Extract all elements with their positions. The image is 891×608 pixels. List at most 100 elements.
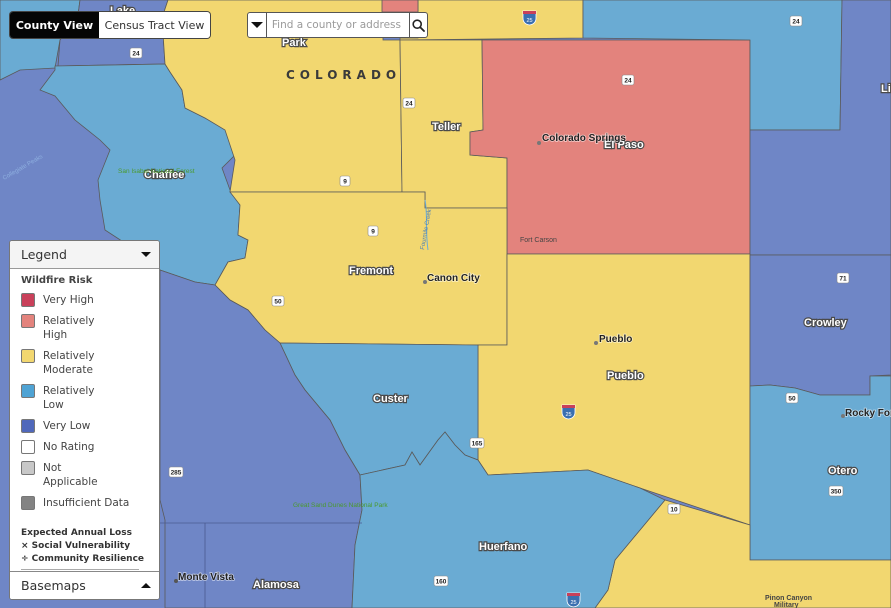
county-top-red[interactable] [381,0,419,13]
city-label-colorado-springs: Colorado Springs [542,133,626,144]
shield-sh9-park: 9 [339,175,351,187]
city-label-monte-vista: Monte Vista [178,572,234,583]
caret-up-icon [141,583,151,588]
legend-swatch [21,496,35,510]
shield-i25-north: 25 [522,10,537,26]
census-tract-view-button[interactable]: Census Tract View [99,12,210,38]
county-label-park: Park [282,37,307,49]
county-label-alamosa: Alamosa [253,579,300,591]
county-otero[interactable] [749,375,891,561]
legend-swatch [21,419,35,433]
city-label-canon-city: Canon City [427,273,480,284]
shield-us24-elbert: 24 [789,15,803,27]
feature-pinon-canyon: Pinon Canyon [765,595,812,602]
legend-subtitle: Wildfire Risk [21,275,93,286]
legend-item: Not Applicable [21,461,149,489]
svg-text:24: 24 [792,19,800,26]
county-label-teller: Teller [432,121,461,133]
view-toggle: County View Census Tract View [10,12,210,38]
state-label: COLORADO [286,68,401,82]
shield-us50-fremont: 50 [271,295,285,307]
magnifier-icon [412,18,425,32]
legend-item-label: Not Applicable [43,462,98,488]
legend-swatch [21,461,35,475]
caret-down-icon [141,252,151,257]
legend-item-label: Insufficient Data [43,497,130,509]
svg-text:71: 71 [839,276,847,283]
legend-item-label: Relatively Moderate [43,350,95,376]
county-view-button[interactable]: County View [10,12,99,38]
county-label-lincoln: Li [881,83,891,95]
legend-swatch [21,440,35,454]
search-input[interactable] [266,13,409,37]
legend-item: Insufficient Data [21,496,149,510]
county-label-pueblo: Pueblo [607,370,644,382]
city-label-pueblo: Pueblo [599,334,632,345]
svg-text:9: 9 [343,179,347,186]
city-label-fort-carson: Fort Carson [520,237,557,244]
legend-item: Very High [21,293,149,307]
svg-text:24: 24 [624,78,632,85]
feature-great-sand-dunes: Great Sand Dunes National Park [293,502,388,509]
search-options-dropdown[interactable] [248,13,267,37]
legend-swatch [21,384,35,398]
svg-text:285: 285 [171,470,182,477]
formula-social-vulnerability: × Social Vulnerability [21,541,131,551]
city-dot-pueblo [594,341,598,345]
formula-community-resilience: ÷ Community Resilience [21,554,145,564]
shield-us50-otero: 50 [785,392,799,404]
basemaps-label: Basemaps [21,578,86,593]
legend-header[interactable]: Legend [10,241,159,269]
formula-divider [21,569,139,570]
county-label-custer: Custer [373,393,409,405]
caret-down-icon [250,22,263,28]
svg-text:24: 24 [405,101,413,108]
shield-sh10: 10 [667,503,681,515]
basemaps-toggle[interactable]: Basemaps [10,571,159,599]
shield-us160: 160 [433,575,449,587]
legend-body: Wildfire Risk Very High Relatively High … [10,269,159,586]
feature-pinon-canyon-military: Military [774,602,799,608]
legend-item-label: Very High [43,294,94,306]
shield-us24-lake: 24 [129,47,143,59]
legend-item: Relatively High [21,314,149,342]
svg-text:24: 24 [132,51,140,58]
shield-sh165: 165 [469,437,485,449]
county-label-otero: Otero [828,465,858,477]
city-label-rocky-ford: Rocky Ford [845,408,891,419]
svg-text:10: 10 [670,507,678,514]
legend-swatch [21,349,35,363]
county-label-crowley: Crowley [804,317,848,329]
city-dot-colorado-springs [537,141,541,145]
shield-sh71: 71 [836,272,850,284]
search-button[interactable] [408,13,427,37]
legend-title: Legend [21,247,67,262]
legend-item: No Rating [21,440,149,454]
svg-text:50: 50 [274,299,282,306]
shield-us285: 285 [168,466,184,478]
svg-text:9: 9 [371,229,375,236]
legend-item-label: Relatively High [43,315,95,341]
shield-i25-south: 25 [566,592,581,608]
legend-panel: Legend Wildfire Risk Very High Relativel… [9,240,160,600]
svg-text:165: 165 [472,441,483,448]
legend-swatch [21,293,35,307]
county-label-fremont: Fremont [349,265,393,277]
shield-us350: 350 [828,485,844,497]
legend-item: Relatively Moderate [21,349,149,377]
county-label-huerfano: Huerfano [479,541,528,553]
legend-items: Very High Relatively High Relatively Mod… [21,293,149,510]
shield-us24-elpaso: 24 [621,74,635,86]
legend-item-label: No Rating [43,441,95,453]
svg-text:25: 25 [570,600,576,606]
shield-sh9-fremont: 9 [367,225,379,237]
svg-text:160: 160 [436,579,447,586]
shield-i25-pueblo: 25 [561,404,576,420]
legend-item: Very Low [21,419,149,433]
feature-san-isabel: San Isabel National Forest [118,168,195,175]
svg-text:350: 350 [831,489,842,496]
svg-text:25: 25 [526,18,532,24]
svg-text:50: 50 [788,396,796,403]
shield-us24-teller: 24 [402,97,416,109]
legend-swatch [21,314,35,328]
